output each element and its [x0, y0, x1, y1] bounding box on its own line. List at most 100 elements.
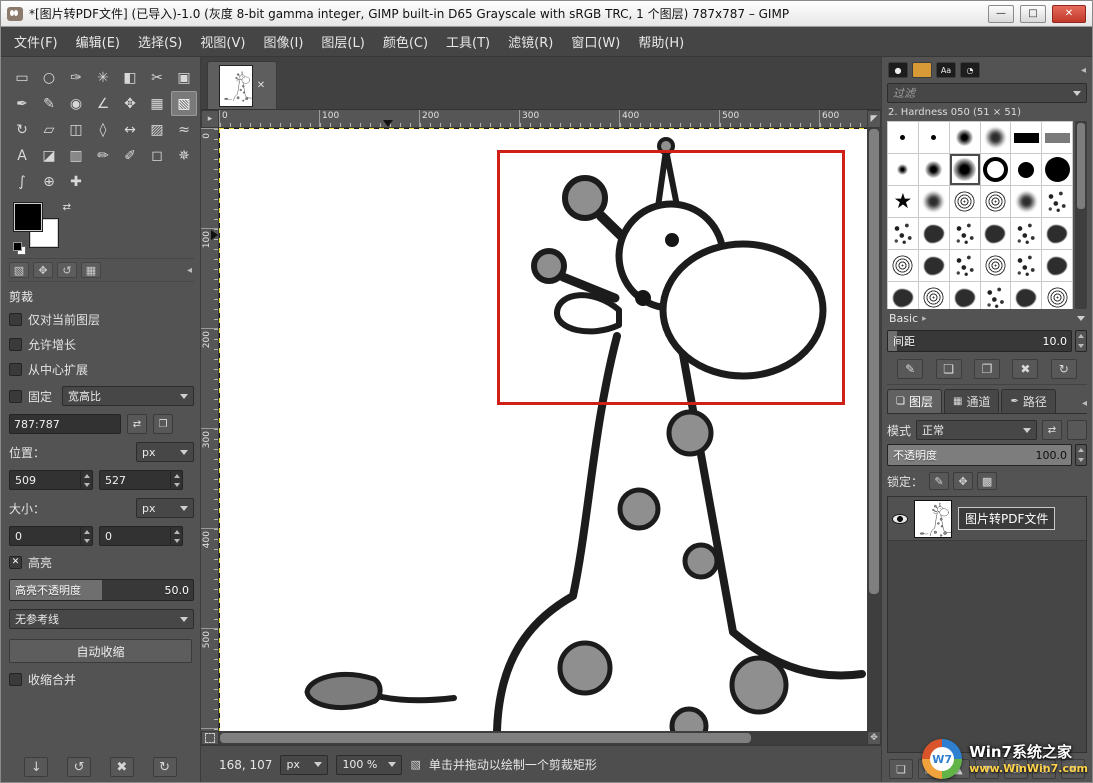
lock-pixels-icon[interactable]: ✎: [929, 472, 949, 490]
color-area[interactable]: ⇄: [13, 202, 73, 254]
panel-menu-icon[interactable]: ◂: [1082, 398, 1087, 413]
anchor-layer-icon[interactable]: ⚓: [1032, 759, 1056, 779]
new-group-icon[interactable]: ❑: [918, 759, 942, 779]
mode-switch-icon[interactable]: ⇄: [1042, 420, 1062, 440]
tool-eraser[interactable]: ◻: [144, 143, 170, 168]
layer-name[interactable]: 图片转PDF文件: [958, 507, 1055, 530]
brush-thumbnail[interactable]: [1042, 250, 1072, 281]
zoom-dropdown[interactable]: 100 %: [336, 755, 402, 775]
tool-select-by-color[interactable]: ◧: [117, 65, 143, 90]
patterns-dialog-icon[interactable]: [912, 62, 932, 78]
brush-thumbnail[interactable]: [950, 186, 980, 217]
swap-colors-icon[interactable]: ⇄: [63, 202, 71, 213]
orientation-icon[interactable]: ❐: [153, 414, 173, 434]
reset-tool-options-icon[interactable]: ↻: [153, 757, 177, 777]
brush-thumbnail[interactable]: [919, 282, 949, 309]
foreground-color-swatch[interactable]: [13, 202, 43, 232]
brush-thumbnail[interactable]: [981, 154, 1011, 185]
stepper-arrows-icon[interactable]: [80, 527, 92, 545]
brush-thumbnail[interactable]: [888, 250, 918, 281]
brush-thumbnail[interactable]: [1011, 154, 1041, 185]
brush-thumbnail[interactable]: [1011, 218, 1041, 249]
lock-position-icon[interactable]: ✥: [953, 472, 973, 490]
close-button[interactable]: ✕: [1052, 5, 1086, 23]
menu-filters[interactable]: 滤镜(R): [499, 27, 562, 56]
menu-help[interactable]: 帮助(H): [629, 27, 693, 56]
menu-layer[interactable]: 图层(L): [312, 27, 373, 56]
vertical-ruler[interactable]: 0100200300400500600: [201, 128, 219, 731]
close-tab-icon[interactable]: ✕: [257, 80, 265, 91]
position-x-stepper[interactable]: 509: [9, 470, 93, 490]
tool-move[interactable]: ✥: [117, 91, 143, 116]
auto-shrink-button[interactable]: 自动收缩: [9, 639, 192, 663]
brush-thumbnail[interactable]: [919, 186, 949, 217]
brush-thumbnail[interactable]: [981, 250, 1011, 281]
tool-airbrush[interactable]: ✵: [171, 143, 197, 168]
menu-select[interactable]: 选择(S): [129, 27, 191, 56]
position-y-stepper[interactable]: 527: [99, 470, 183, 490]
fixed-dropdown[interactable]: 宽高比: [62, 386, 194, 406]
brushes-dialog-icon[interactable]: ●: [888, 62, 908, 78]
visibility-eye-icon[interactable]: [892, 514, 908, 524]
menu-colors[interactable]: 颜色(C): [374, 27, 437, 56]
restore-tool-preset-icon[interactable]: ↺: [67, 757, 91, 777]
brush-thumbnail[interactable]: [1042, 122, 1072, 153]
stepper-arrows-icon[interactable]: [80, 471, 92, 489]
tool-paintbrush[interactable]: ✐: [117, 143, 143, 168]
raise-layer-icon[interactable]: ▲: [946, 759, 970, 779]
brush-thumbnail[interactable]: [1011, 122, 1041, 153]
brush-thumbnail[interactable]: [1011, 250, 1041, 281]
menu-view[interactable]: 视图(V): [191, 27, 254, 56]
layer-mode-dropdown[interactable]: 正常: [916, 420, 1037, 440]
delete-layer-icon[interactable]: ✖: [1061, 759, 1085, 779]
quick-mask-button[interactable]: [201, 731, 219, 745]
position-unit-dropdown[interactable]: px: [136, 442, 194, 462]
brush-thumbnail[interactable]: [950, 122, 980, 153]
tool-paths[interactable]: ✒: [9, 91, 35, 116]
stepper-arrows-icon[interactable]: [170, 527, 182, 545]
new-layer-icon[interactable]: ❏: [889, 759, 913, 779]
brush-thumbnail[interactable]: [919, 122, 949, 153]
size-height-stepper[interactable]: 0: [99, 526, 183, 546]
brush-thumbnail[interactable]: [1011, 282, 1041, 309]
brush-thumbnail[interactable]: [950, 282, 980, 309]
expand-from-center-checkbox[interactable]: [9, 363, 22, 376]
layer-opacity-slider[interactable]: 不透明度 100.0: [887, 444, 1072, 466]
tab-channels[interactable]: ▦ 通道: [944, 389, 999, 413]
maximize-button[interactable]: □: [1020, 5, 1046, 23]
brush-thumbnail[interactable]: [950, 250, 980, 281]
brush-thumbnail[interactable]: [950, 218, 980, 249]
tool-rectangle-select[interactable]: ▭: [9, 65, 35, 90]
current-layer-only-checkbox[interactable]: [9, 313, 22, 326]
brush-thumbnail[interactable]: [981, 218, 1011, 249]
size-unit-dropdown[interactable]: px: [136, 498, 194, 518]
tool-ink[interactable]: ∫: [9, 169, 35, 194]
tool-flip[interactable]: ↔: [117, 117, 143, 142]
undo-history-tab-icon[interactable]: ↺: [57, 262, 77, 278]
stepper-arrows-icon[interactable]: [170, 471, 182, 489]
tool-clone[interactable]: ⊕: [36, 169, 62, 194]
tab-paths[interactable]: ✒ 路径: [1001, 389, 1055, 413]
document-history-dialog-icon[interactable]: ◔: [960, 62, 980, 78]
menu-windows[interactable]: 窗口(W): [562, 27, 629, 56]
tool-gradient[interactable]: ▥: [63, 143, 89, 168]
layer-thumbnail[interactable]: [914, 500, 952, 538]
tool-scissors-select[interactable]: ✂: [144, 65, 170, 90]
vertical-scrollbar[interactable]: [867, 128, 881, 731]
menu-edit[interactable]: 编辑(E): [67, 27, 129, 56]
tool-foreground-select[interactable]: ▣: [171, 65, 197, 90]
brush-thumbnail[interactable]: [1042, 218, 1072, 249]
brush-thumbnail[interactable]: [1042, 154, 1072, 185]
delete-brush-icon[interactable]: ✖: [1012, 359, 1038, 379]
menu-image[interactable]: 图像(I): [254, 27, 312, 56]
layer-row[interactable]: 图片转PDF文件: [888, 497, 1086, 541]
tool-cage-transform[interactable]: ▨: [144, 117, 170, 142]
tool-crop[interactable]: ▧: [171, 91, 197, 116]
fonts-dialog-icon[interactable]: Aa: [936, 62, 956, 78]
pointer-tab-icon[interactable]: ▦: [81, 262, 101, 278]
tool-fuzzy-select[interactable]: ✳: [90, 65, 116, 90]
brush-thumbnail[interactable]: [888, 218, 918, 249]
brush-thumbnail[interactable]: [919, 154, 949, 185]
ruler-corner[interactable]: ▸: [201, 110, 219, 128]
tool-perspective[interactable]: ◊: [90, 117, 116, 142]
